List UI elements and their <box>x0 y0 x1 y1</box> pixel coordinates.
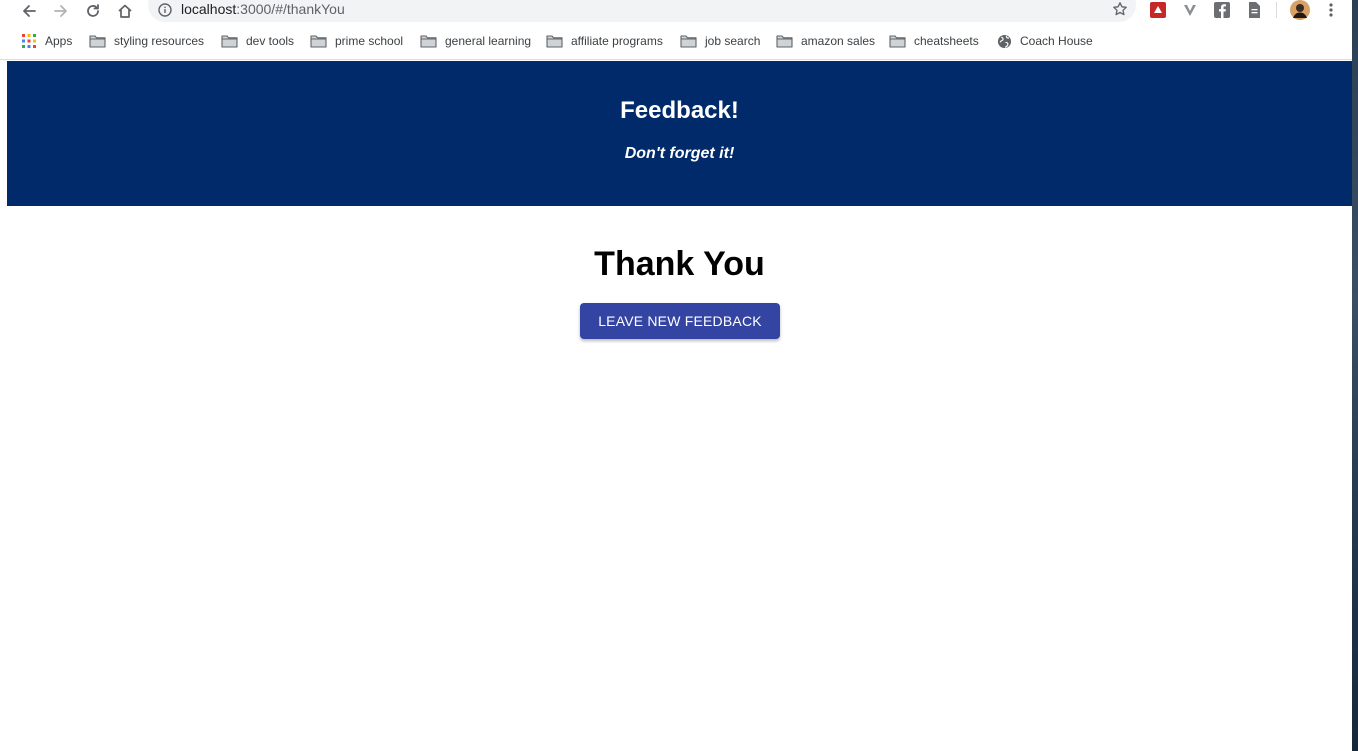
apps-grid-icon <box>22 34 36 48</box>
folder-icon <box>420 35 437 48</box>
toolbar-separator <box>1276 2 1277 18</box>
globe-icon <box>997 34 1012 48</box>
home-button[interactable] <box>113 0 137 22</box>
folder-icon <box>680 35 697 48</box>
folder-icon <box>889 35 906 48</box>
info-icon[interactable] <box>158 3 172 17</box>
bookmark-folder-styling-resources[interactable]: styling resources <box>89 32 204 50</box>
folder-icon <box>546 35 563 48</box>
back-arrow-icon <box>23 5 36 17</box>
bookmark-folder-general-learning[interactable]: general learning <box>420 32 531 50</box>
bookmark-apps[interactable]: Apps <box>21 32 72 50</box>
bookmark-label: general learning <box>445 34 532 48</box>
leave-new-feedback-button[interactable]: LEAVE NEW FEEDBACK <box>580 303 780 339</box>
profile-avatar[interactable] <box>1290 0 1310 20</box>
browser-window: localhost:3000/#/thankYou Apps styling r… <box>0 0 1352 751</box>
url-path: :3000/#/thankYou <box>236 1 345 17</box>
home-icon <box>118 4 132 18</box>
bookmarks-bar: Apps styling resources dev tools prime s… <box>0 22 1352 60</box>
url-host: localhost <box>181 1 237 17</box>
address-bar[interactable]: localhost:3000/#/thankYou <box>148 0 1136 22</box>
reload-button[interactable] <box>81 0 105 22</box>
header-title: Feedback! <box>620 97 739 124</box>
bookmark-label: styling resources <box>114 34 205 48</box>
browser-toolbar: localhost:3000/#/thankYou <box>0 0 1352 22</box>
forward-button[interactable] <box>49 0 73 22</box>
bookmark-label: Apps <box>45 34 73 48</box>
extension-doc-icon[interactable] <box>1245 1 1263 19</box>
folder-icon <box>221 35 238 48</box>
extension-v-icon[interactable] <box>1181 1 1199 19</box>
bookmark-folder-affiliate-programs[interactable]: affiliate programs <box>546 32 663 50</box>
bookmark-label: cheatsheets <box>914 34 979 48</box>
bookmark-star-icon[interactable] <box>1112 1 1128 17</box>
folder-icon <box>310 35 327 48</box>
bookmark-folder-job-search[interactable]: job search <box>680 32 760 50</box>
bookmark-label: job search <box>705 34 761 48</box>
bookmark-coach-house[interactable]: Coach House <box>997 32 1093 50</box>
bookmark-label: Coach House <box>1020 34 1093 48</box>
bookmark-label: affiliate programs <box>571 34 663 48</box>
app-header: Feedback! Don't forget it! <box>7 61 1352 206</box>
extension-red-icon[interactable] <box>1149 1 1167 19</box>
reload-icon <box>87 4 99 17</box>
folder-icon <box>89 35 106 48</box>
kebab-menu-icon <box>1329 3 1333 17</box>
bookmark-label: prime school <box>335 34 404 48</box>
forward-arrow-icon <box>54 5 67 17</box>
bookmark-label: amazon sales <box>801 34 876 48</box>
browser-menu-button[interactable] <box>1322 1 1340 19</box>
bookmark-folder-prime-school[interactable]: prime school <box>310 32 403 50</box>
url-text[interactable]: localhost:3000/#/thankYou <box>181 1 345 17</box>
bookmark-folder-cheatsheets[interactable]: cheatsheets <box>889 32 979 50</box>
back-button[interactable] <box>17 0 41 22</box>
bookmark-folder-amazon-sales[interactable]: amazon sales <box>776 32 875 50</box>
extension-facebook-icon[interactable] <box>1213 1 1231 19</box>
bookmark-folder-dev-tools[interactable]: dev tools <box>221 32 294 50</box>
desktop-background <box>1352 0 1358 751</box>
page-content: Feedback! Don't forget it! Thank You LEA… <box>7 61 1352 751</box>
thank-you-heading: Thank You <box>594 245 765 283</box>
folder-icon <box>776 35 793 48</box>
bookmark-label: dev tools <box>246 34 295 48</box>
header-subtitle: Don't forget it! <box>624 145 735 162</box>
